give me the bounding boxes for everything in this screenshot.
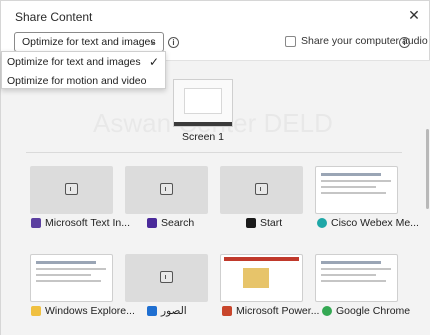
- window-icon: [255, 183, 268, 195]
- divider: [26, 152, 402, 153]
- app-tile[interactable]: [220, 254, 303, 302]
- screen-thumbnail[interactable]: [173, 79, 233, 127]
- dialog-title: Share Content: [15, 10, 93, 24]
- search-app-icon: [147, 218, 157, 228]
- app-label: Cisco Webex Me...: [331, 217, 419, 229]
- app-label: Microsoft Power...: [236, 305, 320, 317]
- optimize-select-value: Optimize for text and images: [22, 36, 156, 48]
- optimize-select[interactable]: Optimize for text and images ⌄: [14, 32, 164, 52]
- app-label: الصور: [161, 305, 187, 317]
- app-tile[interactable]: [30, 254, 113, 302]
- screen-preview: [184, 88, 222, 114]
- app-label: Search: [161, 217, 195, 229]
- app-tile[interactable]: [220, 166, 303, 214]
- chrome-icon: [322, 306, 332, 316]
- app-tile[interactable]: [315, 166, 398, 214]
- screen-taskbar: [174, 122, 232, 126]
- app-label: Start: [260, 217, 283, 229]
- chevron-down-icon: ⌄: [148, 36, 157, 47]
- photos-icon: [147, 306, 157, 316]
- app-tile[interactable]: [125, 166, 208, 214]
- screen-label: Screen 1: [181, 131, 225, 143]
- app-tile[interactable]: [125, 254, 208, 302]
- close-icon[interactable]: ✕: [406, 7, 422, 23]
- audio-info-icon[interactable]: i: [399, 37, 410, 48]
- share-sources-area[interactable]: Aswan Center DELD Screen 1 Microsoft Tex…: [1, 60, 430, 335]
- app-label: Microsoft Text In...: [45, 217, 130, 229]
- window-icon: [160, 271, 173, 283]
- check-icon: ✓: [148, 55, 159, 69]
- share-audio-checkbox[interactable]: [285, 36, 296, 47]
- start-icon: [246, 218, 256, 228]
- app-tile[interactable]: [315, 254, 398, 302]
- webex-icon: [317, 218, 327, 228]
- menu-item-text-and-images[interactable]: Optimize for text and images: [7, 56, 141, 68]
- app-label: Windows Explore...: [45, 305, 135, 317]
- vertical-scrollbar[interactable]: [426, 129, 429, 209]
- app-tile[interactable]: [30, 166, 113, 214]
- menu-item-motion-and-video[interactable]: Optimize for motion and video: [7, 75, 146, 87]
- text-input-icon: [31, 218, 41, 228]
- explorer-icon: [31, 306, 41, 316]
- window-icon: [160, 183, 173, 195]
- window-icon: [65, 183, 78, 195]
- powerpoint-icon: [222, 306, 232, 316]
- optimize-dropdown-menu: Optimize for text and images ✓ Optimize …: [1, 51, 166, 89]
- share-content-dialog: Share Content ✕ Optimize for text and im…: [0, 0, 430, 335]
- app-label: Google Chrome: [336, 305, 411, 317]
- optimize-info-icon[interactable]: i: [168, 37, 179, 48]
